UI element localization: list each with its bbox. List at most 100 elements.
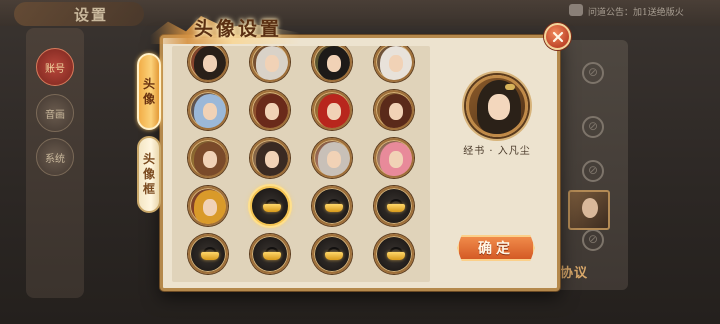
tab-avatar[interactable]: 头 像 xyxy=(137,53,161,130)
avatar-frame xyxy=(250,46,290,82)
avatar-locked[interactable] xyxy=(312,234,352,274)
nav-audio-visual[interactable]: 音画 xyxy=(36,94,74,132)
avatar-frame xyxy=(188,186,228,226)
portrait-face xyxy=(265,151,279,168)
portrait-face xyxy=(265,55,279,72)
avatar-locked[interactable] xyxy=(312,186,352,226)
character-portrait xyxy=(252,46,288,80)
avatar-frame xyxy=(188,234,228,274)
character-portrait xyxy=(376,46,412,80)
portrait-face xyxy=(327,151,341,168)
portrait-face xyxy=(203,103,217,120)
avatar-locked[interactable] xyxy=(374,234,414,274)
character-portrait xyxy=(190,92,226,128)
character-portrait xyxy=(252,140,288,176)
avatar-frame xyxy=(250,138,290,178)
avatar-frame xyxy=(250,90,290,130)
ban-icon[interactable]: ⊘ xyxy=(582,62,604,84)
character-portrait xyxy=(376,140,412,176)
avatar-option[interactable] xyxy=(312,138,352,178)
avatar-frame xyxy=(312,186,352,226)
confirm-button-label: 确定 xyxy=(478,241,514,257)
avatar-frame xyxy=(374,234,414,274)
avatar-locked[interactable] xyxy=(250,186,290,226)
portrait-face xyxy=(203,55,217,72)
avatar-option[interactable] xyxy=(250,138,290,178)
avatar-frame xyxy=(250,186,290,226)
character-portrait xyxy=(190,140,226,176)
background-title: 设置 xyxy=(74,6,109,24)
avatar-option[interactable] xyxy=(188,90,228,130)
confirm-button[interactable]: 确定 xyxy=(457,235,535,261)
nav-account[interactable]: 账号 xyxy=(36,48,74,86)
avatar-option[interactable] xyxy=(374,90,414,130)
lock-icon xyxy=(387,252,405,260)
character-portrait xyxy=(314,92,350,128)
close-button[interactable] xyxy=(544,23,571,50)
avatar-option[interactable] xyxy=(312,46,352,82)
portrait-face xyxy=(327,103,341,120)
avatar-frame xyxy=(374,90,414,130)
avatar-option[interactable] xyxy=(250,46,290,82)
character-portrait xyxy=(314,140,350,176)
character-portrait xyxy=(252,92,288,128)
announcement-text: 问道公告：加1送绝版火 xyxy=(588,8,684,18)
avatar-frame xyxy=(312,138,352,178)
portrait-face xyxy=(389,151,403,168)
avatar-frame xyxy=(312,90,352,130)
avatar-locked[interactable] xyxy=(250,234,290,274)
portrait-face xyxy=(327,55,341,72)
ban-icon[interactable]: ⊘ xyxy=(582,160,604,182)
tab-avatar-char: 像 xyxy=(142,91,155,106)
avatar-option[interactable] xyxy=(250,90,290,130)
avatar-locked[interactable] xyxy=(188,234,228,274)
avatar-locked[interactable] xyxy=(374,186,414,226)
avatar-name: 经书 · 入凡尘 xyxy=(463,146,531,157)
avatar-option[interactable] xyxy=(374,46,414,82)
avatar-option[interactable] xyxy=(312,90,352,130)
tab-avatar-char: 头 xyxy=(142,76,155,91)
avatar-frame xyxy=(374,186,414,226)
lock-icon xyxy=(201,252,219,260)
avatar-frame xyxy=(312,46,352,82)
portrait-face xyxy=(265,103,279,120)
avatar-preview xyxy=(466,75,528,137)
portrait-face xyxy=(389,55,403,72)
nav-system[interactable]: 系统 xyxy=(36,138,74,176)
lock-icon xyxy=(325,204,343,212)
ban-icon[interactable]: ⊘ xyxy=(582,229,604,251)
preview-face xyxy=(488,94,510,120)
avatar-frame xyxy=(374,46,414,82)
tab-avatar-frame-char: 框 xyxy=(142,182,155,196)
lock-icon xyxy=(263,252,281,260)
avatar-option[interactable] xyxy=(188,186,228,226)
background-avatar-thumb xyxy=(568,190,610,230)
portrait-face xyxy=(203,199,217,216)
portrait-face xyxy=(203,151,217,168)
avatar-option[interactable] xyxy=(374,138,414,178)
avatar-option[interactable] xyxy=(188,46,228,82)
close-icon xyxy=(552,31,563,42)
lock-icon xyxy=(263,204,281,212)
lock-icon xyxy=(325,252,343,260)
character-portrait xyxy=(190,46,226,80)
character-portrait xyxy=(376,92,412,128)
avatar-frame xyxy=(188,90,228,130)
avatar-frame xyxy=(188,46,228,82)
character-portrait xyxy=(314,46,350,80)
avatar-option[interactable] xyxy=(188,138,228,178)
avatar-frame xyxy=(250,234,290,274)
avatar-frame xyxy=(188,138,228,178)
dialog-title: 头像设置 xyxy=(194,18,283,40)
tab-avatar-frame-char: 头 xyxy=(142,152,155,166)
preview-hairpin xyxy=(505,84,515,90)
character-portrait xyxy=(190,188,226,224)
tab-avatar-frame[interactable]: 头 像 框 xyxy=(137,136,161,213)
avatar-grid xyxy=(172,46,430,282)
agreement-button[interactable]: 协议 xyxy=(560,262,606,282)
ban-icon[interactable]: ⊘ xyxy=(582,116,604,138)
chat-icon xyxy=(569,4,583,16)
avatar-frame xyxy=(374,138,414,178)
portrait-face xyxy=(389,103,403,120)
lock-icon xyxy=(387,204,405,212)
